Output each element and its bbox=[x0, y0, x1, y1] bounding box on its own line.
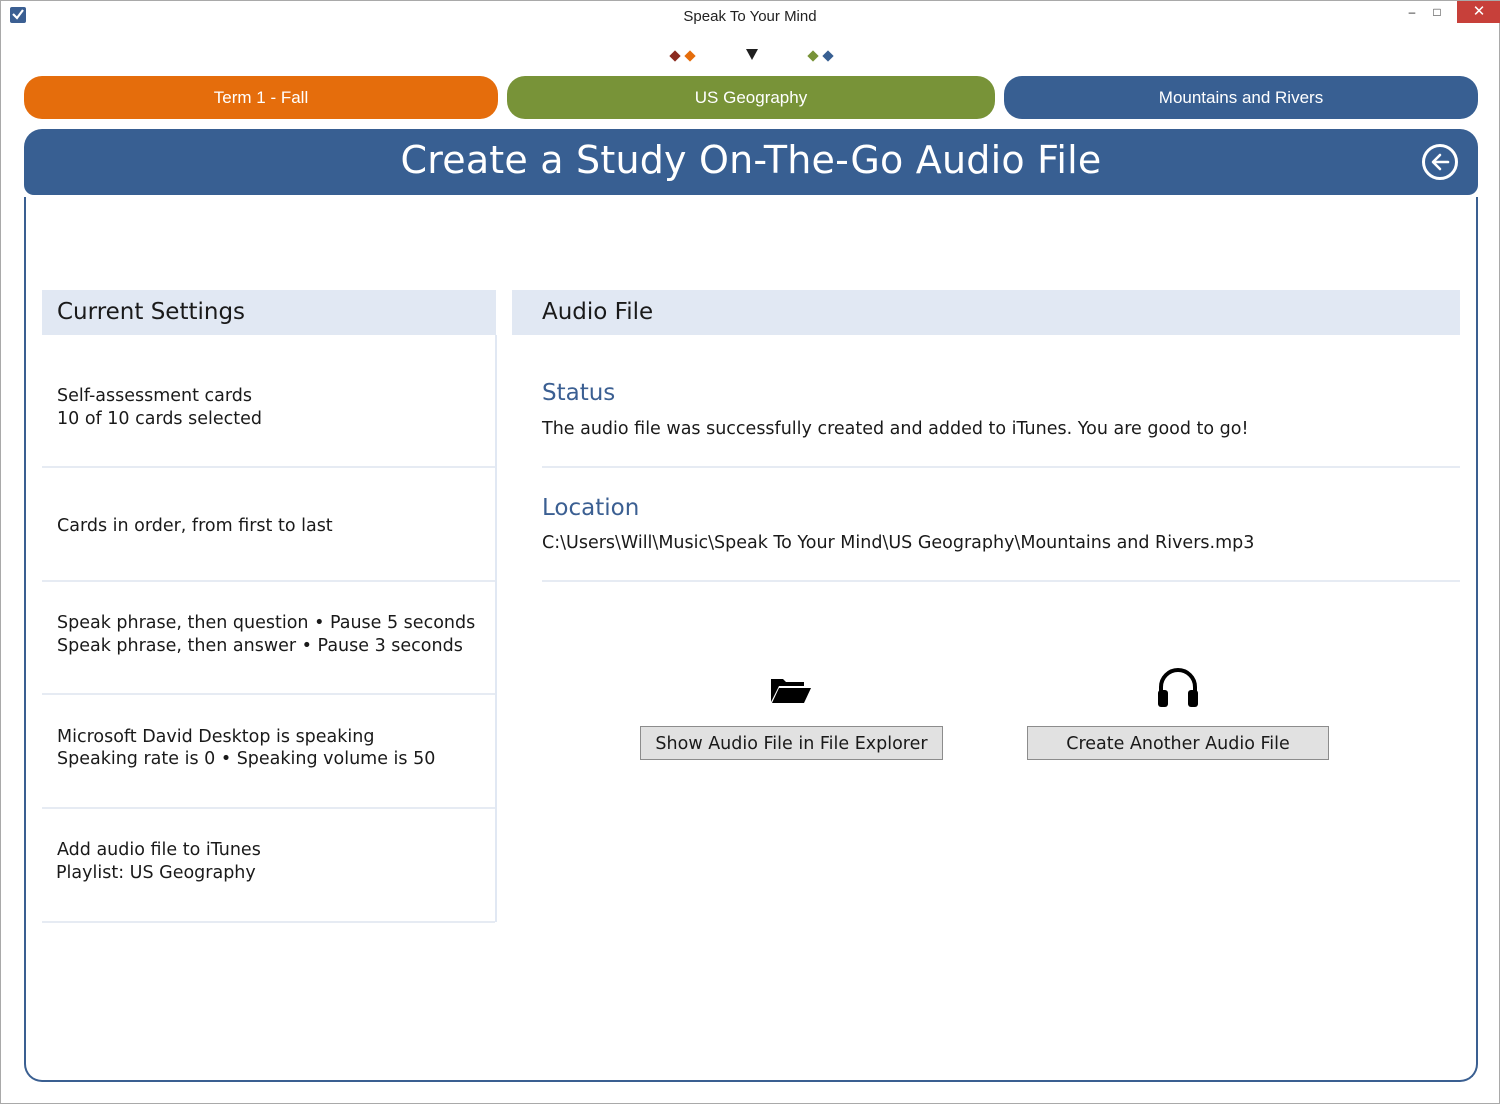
close-button[interactable]: ✕ bbox=[1457, 1, 1500, 23]
section-divider bbox=[542, 466, 1460, 468]
setting-itunes: Add audio file to iTunes Playlist: US Ge… bbox=[42, 809, 495, 923]
back-button[interactable] bbox=[1422, 144, 1458, 180]
diamond-icon bbox=[822, 50, 834, 62]
diamond-icon bbox=[684, 50, 696, 62]
location-path: C:\Users\Will\Music\Speak To Your Mind\U… bbox=[542, 533, 1255, 553]
location-title: Location bbox=[542, 495, 640, 521]
minimize-button[interactable]: – bbox=[1397, 1, 1427, 23]
setting-speaking-pattern: Speak phrase, then question • Pause 5 se… bbox=[42, 582, 495, 695]
create-another-button[interactable]: Create Another Audio File bbox=[1027, 726, 1329, 760]
headphones-icon bbox=[1156, 666, 1200, 715]
audio-file-heading: Audio File bbox=[512, 290, 1460, 335]
breadcrumb-topic[interactable]: Mountains and Rivers bbox=[1004, 76, 1478, 119]
window-title: Speak To Your Mind bbox=[683, 8, 817, 25]
maximize-button[interactable]: □ bbox=[1427, 1, 1447, 23]
app-window: Speak To Your Mind – □ ✕ Term 1 - Fall U… bbox=[0, 0, 1500, 1104]
setting-line: Playlist: US Geography bbox=[56, 863, 256, 883]
diamond-icon bbox=[807, 50, 819, 62]
setting-line: Speak phrase, then answer • Pause 3 seco… bbox=[57, 636, 463, 656]
settings-divider bbox=[495, 335, 497, 922]
current-step-triangle-icon bbox=[746, 49, 758, 60]
current-settings-heading: Current Settings bbox=[42, 290, 496, 335]
status-title: Status bbox=[542, 380, 616, 406]
setting-card-selection: Self-assessment cards 10 of 10 cards sel… bbox=[42, 335, 495, 468]
setting-line: Microsoft David Desktop is speaking bbox=[57, 727, 375, 747]
page-header: Create a Study On-The-Go Audio File bbox=[24, 129, 1478, 195]
title-bar: Speak To Your Mind – □ ✕ bbox=[1, 1, 1500, 31]
setting-line: Self-assessment cards bbox=[57, 386, 253, 406]
setting-line: Cards in order, from first to last bbox=[57, 516, 333, 536]
setting-card-order: Cards in order, from first to last bbox=[42, 468, 495, 582]
show-in-explorer-button[interactable]: Show Audio File in File Explorer bbox=[640, 726, 943, 760]
section-divider bbox=[542, 580, 1460, 582]
progress-diamonds bbox=[1, 45, 1499, 65]
setting-line: Speaking rate is 0 • Speaking volume is … bbox=[57, 749, 436, 769]
status-text: The audio file was successfully created … bbox=[542, 419, 1249, 439]
page-title: Create a Study On-The-Go Audio File bbox=[400, 138, 1102, 182]
breadcrumb-subject[interactable]: US Geography bbox=[507, 76, 995, 119]
setting-line: Speak phrase, then question • Pause 5 se… bbox=[57, 613, 476, 633]
diamond-icon bbox=[669, 50, 681, 62]
setting-line: 10 of 10 cards selected bbox=[57, 409, 262, 429]
setting-voice: Microsoft David Desktop is speaking Spea… bbox=[42, 695, 495, 809]
setting-line: Add audio file to iTunes bbox=[57, 840, 261, 860]
breadcrumb-term[interactable]: Term 1 - Fall bbox=[24, 76, 498, 119]
open-folder-icon bbox=[770, 674, 812, 709]
back-arrow-icon bbox=[1431, 153, 1450, 171]
